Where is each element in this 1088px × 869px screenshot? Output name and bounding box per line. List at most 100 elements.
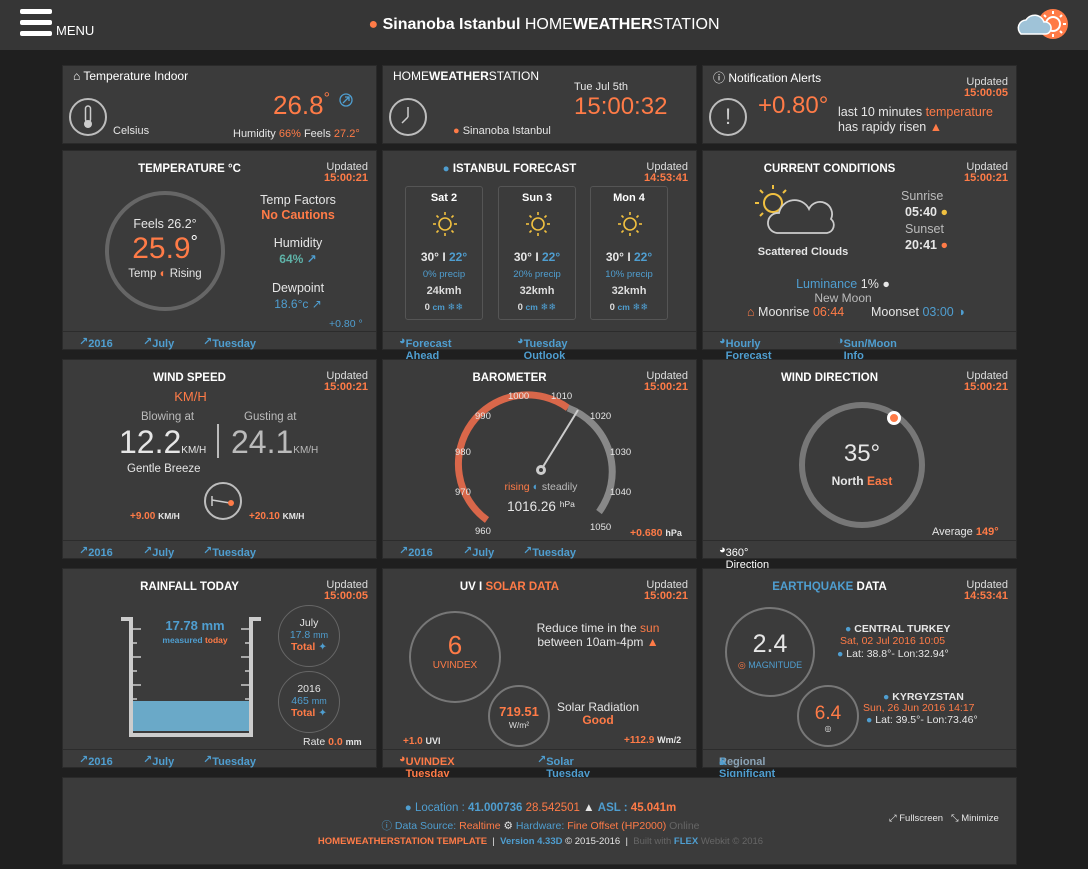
- barometer-trend-word2: steadily: [541, 481, 578, 493]
- uvindex-tuesday-link[interactable]: ◕ UVINDEX Tuesday: [399, 753, 455, 780]
- moon-phase: New Moon: [814, 291, 872, 305]
- foot-day[interactable]: Tuesday: [212, 756, 256, 768]
- chart-link-day[interactable]: ↗ Tuesday: [523, 544, 576, 559]
- uvi-change-unit: UVI: [425, 736, 441, 746]
- warning-icon: ▲: [646, 635, 659, 649]
- footer-built-with: Built with: [633, 836, 672, 847]
- gear-icon: ⚙: [503, 820, 513, 832]
- indoor-feels: 27.2°: [333, 128, 360, 140]
- chart-link-2016[interactable]: ↗ 2016: [79, 544, 113, 559]
- forecast-snow-unit: cm: [525, 302, 538, 312]
- chart-link-month[interactable]: ↗ July: [143, 544, 174, 559]
- location-pin-icon: ●: [845, 623, 852, 635]
- footer-asl-label: ASL :: [597, 802, 628, 814]
- chart-link-2016[interactable]: ↗ 2016: [399, 544, 433, 559]
- footer-version: Version 4.33D: [500, 836, 563, 847]
- hourly-forecast-link[interactable]: ◕ Hourly Forecast: [719, 335, 772, 362]
- tuesday-outlook-link[interactable]: ◕ Tuesday Outlook: [517, 335, 567, 362]
- foot-year[interactable]: 2016: [88, 547, 112, 559]
- target-icon: ◎: [824, 724, 832, 733]
- uv-title-solar: SOLAR DATA: [485, 581, 560, 593]
- uv-solar-card: UV I SOLAR DATA Updated 15:00:21 6 UVIND…: [382, 568, 697, 780]
- forecast-title: ● ISTANBUL FORECAST: [353, 163, 666, 175]
- footer-flex[interactable]: FLEX: [674, 836, 698, 847]
- rainfall-rate-label: Rate: [303, 736, 326, 748]
- chart-link-month[interactable]: ↗ July: [463, 544, 494, 559]
- blowing-value: 12.2KM/H: [119, 424, 206, 461]
- winddir-dir2: East: [866, 474, 893, 488]
- direction-360-link[interactable]: ◕ 360° Direction: [719, 544, 769, 571]
- footer-template[interactable]: HOMEWEATHERSTATION TEMPLATE: [318, 836, 487, 847]
- foot-month[interactable]: July: [152, 756, 174, 768]
- indoor-humidity-label: Humidity: [233, 128, 276, 140]
- quake1-mag-label: ◎ MAGNITUDE: [725, 660, 815, 671]
- fullscreen-label[interactable]: Fullscreen: [899, 813, 943, 824]
- forecast-snow: 0 cm ❄❄: [591, 302, 667, 313]
- conditions-updated-time: 15:00:21: [963, 172, 1008, 184]
- dewpoint-label: Dewpoint: [271, 281, 325, 295]
- fullscreen-button[interactable]: ⤢ Fullscreen: [889, 813, 943, 824]
- location-pin-icon: ●: [368, 16, 379, 33]
- chart-link-month[interactable]: ↗ July: [143, 753, 174, 768]
- uvi-change: +1.0 UVI: [403, 736, 441, 747]
- rainfall-year-total: Total: [290, 707, 316, 719]
- expand-icon[interactable]: ⤢: [889, 813, 897, 824]
- sunset-dot-icon: ●: [940, 238, 949, 252]
- indoor-temp-value: 26.8°: [273, 90, 330, 121]
- baro-tick-1010: 1010: [551, 391, 573, 402]
- foot-year[interactable]: 2016: [408, 547, 432, 559]
- chart-link-day[interactable]: ↗ Tuesday: [203, 544, 256, 559]
- uv-index-value: 6: [447, 630, 463, 660]
- compress-icon[interactable]: ⤡: [951, 813, 959, 824]
- foot-month[interactable]: July: [152, 547, 174, 559]
- sunrise-time: 05:40: [905, 205, 937, 219]
- location-pin-icon: ●: [404, 802, 412, 814]
- station-home: HOME: [393, 69, 429, 83]
- foot-month[interactable]: July: [152, 338, 174, 350]
- chart-link-2016[interactable]: ↗ 2016: [79, 753, 113, 768]
- chart-link-2016[interactable]: ↗ 2016: [79, 335, 113, 350]
- chart-link-day[interactable]: ↗ Tuesday: [203, 753, 256, 768]
- forecast-day-label: Mon 4: [613, 192, 645, 204]
- barometer-change-unit: hPa: [665, 528, 682, 538]
- footer-hardware-value: Fine Offset (HP2000): [567, 820, 667, 832]
- chart-link-day[interactable]: ↗ Tuesday: [203, 335, 256, 350]
- solar-tuesday-link[interactable]: ↗ Solar Tuesday: [537, 753, 590, 780]
- title-weather: WEATHER: [572, 16, 653, 33]
- forecast-ahead-link[interactable]: ◕ Forecast Ahead: [399, 335, 452, 362]
- humidity-number: 64%: [279, 252, 304, 266]
- quake-updated-time: 14:53:41: [963, 590, 1008, 602]
- rainfall-year: 2016 465 mm Total ✦: [278, 683, 340, 719]
- quake-title-a: EARTHQUAKE: [772, 581, 854, 593]
- uv-title: UV I SOLAR DATA: [459, 581, 560, 593]
- rainfall-card: RAINFALL TODAY Updated 15:00:05 17.78 mm…: [62, 568, 377, 768]
- quake2-coords-text: Lat: 39.5°- Lon:73.46°: [875, 714, 978, 726]
- sun-icon: [618, 212, 642, 236]
- forecast-card: ● ISTANBUL FORECAST Updated 14:53:41 Sat…: [382, 150, 697, 362]
- foot-day[interactable]: Tuesday: [212, 338, 256, 350]
- forecast-wind: 32kmh: [519, 285, 555, 297]
- foot-month[interactable]: July: [472, 547, 494, 559]
- moonset: Moonset 03:00 ◑: [871, 305, 965, 319]
- uv-advice2: between 10am-4pm: [537, 635, 644, 649]
- chart-link-month[interactable]: ↗ July: [143, 335, 174, 350]
- trend-icon: ↗: [311, 297, 322, 311]
- alerts-value: +0.80°: [758, 92, 829, 119]
- foot-day[interactable]: Tuesday: [532, 547, 576, 559]
- minimize-label[interactable]: Minimize: [961, 813, 998, 824]
- minimize-button[interactable]: ⤡ Minimize: [951, 813, 999, 824]
- temperature-trend-label: Temp: [128, 268, 157, 280]
- wind-change1: +9.00 KM/H: [130, 511, 180, 522]
- sunmoon-info-link[interactable]: ◑ Sun/Moon Info: [837, 335, 897, 362]
- foot-year[interactable]: 2016: [88, 756, 112, 768]
- quake-updated: Updated 14:53:41: [964, 580, 1008, 602]
- barometer-card: BAROMETER Updated 15:00:21 960 970 980 9…: [382, 359, 697, 559]
- rainfall-measured-label: measured: [162, 635, 203, 645]
- foot-year[interactable]: 2016: [88, 338, 112, 350]
- foot-day[interactable]: Tuesday: [212, 547, 256, 559]
- sunset-time: 20:41: [905, 238, 937, 252]
- station-location: ● Sinanoba Istanbul: [453, 125, 551, 137]
- temperature-footer: ↗ 2016 ↗ July ↗ Tuesday: [63, 331, 376, 350]
- moon-dot-icon: ●: [882, 277, 890, 291]
- solar-value: 719.51: [499, 704, 539, 719]
